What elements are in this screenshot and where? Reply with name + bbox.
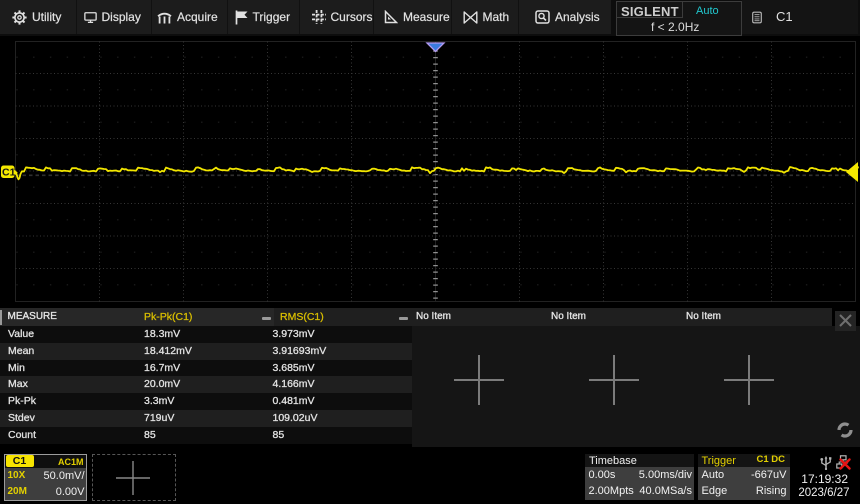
svg-text:C1: C1 xyxy=(2,166,16,178)
